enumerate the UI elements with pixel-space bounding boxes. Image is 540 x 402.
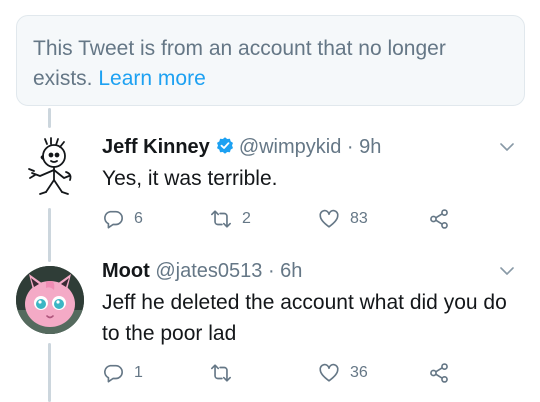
like-count: 36: [350, 364, 368, 381]
wimpy-kid-doodle-icon: [28, 137, 72, 195]
like-count: 83: [350, 210, 368, 227]
tweet[interactable]: Moot @jates0513 · 6h Jeff he deleted the…: [102, 258, 522, 392]
reply-count: 1: [134, 364, 143, 381]
reply-button[interactable]: 6: [102, 206, 143, 232]
thread-line: [48, 208, 51, 262]
like-icon: [319, 209, 339, 228]
share-icon: [430, 209, 448, 229]
jigglypuff-icon: [16, 266, 84, 334]
separator: ·: [267, 260, 275, 282]
tweet-actions: 6 2 83: [102, 206, 522, 232]
retweet-count: 2: [242, 210, 251, 227]
tweet-text: Jeff he deleted the account what did you…: [102, 291, 507, 345]
timestamp[interactable]: 6h: [280, 260, 302, 282]
chevron-down-icon[interactable]: [498, 262, 516, 280]
share-button[interactable]: [428, 360, 450, 386]
retweet-button[interactable]: [210, 360, 242, 386]
timestamp[interactable]: 9h: [359, 136, 381, 158]
reply-button[interactable]: 1: [102, 360, 143, 386]
handle[interactable]: @wimpykid: [239, 136, 342, 158]
like-button[interactable]: 36: [318, 360, 368, 386]
display-name[interactable]: Moot: [102, 260, 150, 282]
learn-more-link[interactable]: Learn more: [98, 67, 205, 90]
display-name[interactable]: Jeff Kinney: [102, 136, 210, 158]
reply-count: 6: [134, 210, 143, 227]
separator: ·: [346, 136, 354, 158]
tweet-text: Yes, it was terrible.: [102, 167, 278, 190]
avatar-moot[interactable]: [16, 266, 84, 334]
verified-icon: [216, 137, 233, 154]
retweet-button[interactable]: 2: [210, 206, 251, 232]
retweet-icon: [211, 210, 231, 228]
retweet-icon: [211, 364, 231, 382]
thread-line: [48, 343, 51, 402]
like-icon: [319, 363, 339, 382]
reply-icon: [104, 210, 123, 229]
notice-text: This Tweet is from an account that no lo…: [33, 37, 446, 90]
deleted-tweet-notice: This Tweet is from an account that no lo…: [16, 15, 525, 106]
tweet-actions: 1 36: [102, 360, 522, 386]
tweet[interactable]: Jeff Kinney @wimpykid · 9h Yes, it was t…: [102, 134, 522, 234]
like-button[interactable]: 83: [318, 206, 368, 232]
avatar-jeff-kinney[interactable]: [16, 136, 84, 204]
tweet-header: Moot @jates0513 · 6h: [102, 258, 522, 284]
share-button[interactable]: [428, 206, 450, 232]
handle[interactable]: @jates0513: [155, 260, 262, 282]
thread-line: [48, 108, 51, 128]
reply-icon: [104, 364, 123, 383]
share-icon: [430, 363, 448, 383]
tweet-header: Jeff Kinney @wimpykid · 9h: [102, 134, 522, 160]
chevron-down-icon[interactable]: [498, 138, 516, 156]
